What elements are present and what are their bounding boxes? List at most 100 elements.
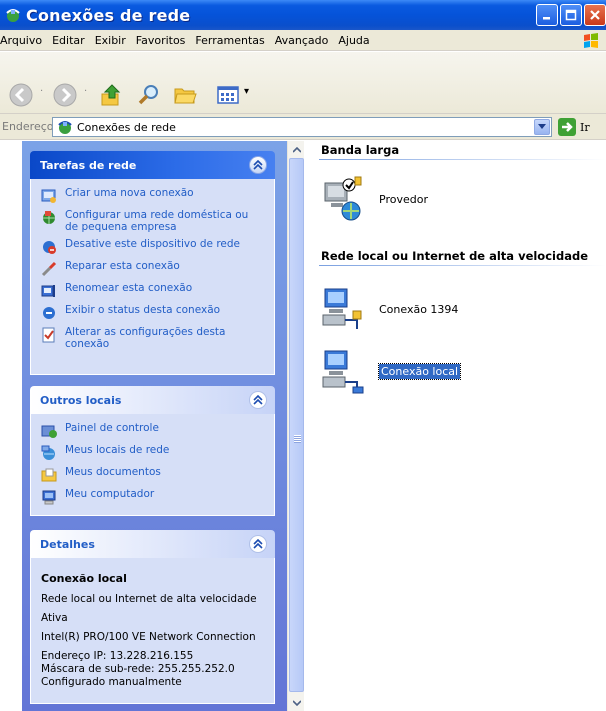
task-view-status[interactable]: Exibir o status desta conexão — [41, 304, 264, 321]
address-dropdown-button[interactable] — [534, 119, 550, 135]
task-create-connection[interactable]: Criar uma nova conexão — [41, 187, 264, 204]
rename-icon — [41, 283, 57, 299]
details-header[interactable]: Detalhes — [30, 530, 275, 558]
new-connection-icon — [41, 188, 57, 204]
folders-button[interactable] — [170, 80, 200, 110]
scroll-down-button[interactable] — [288, 694, 305, 711]
task-disable-device[interactable]: Desative este dispositivo de rede — [41, 238, 264, 255]
menu-editar[interactable]: Editar — [48, 34, 91, 47]
menu-favoritos[interactable]: Favoritos — [132, 34, 192, 47]
menu-exibir[interactable]: Exibir — [91, 34, 132, 47]
minimize-button[interactable] — [536, 4, 558, 26]
back-arrow-icon — [9, 83, 33, 107]
broadband-connection-icon — [321, 175, 369, 223]
task-repair-connection[interactable]: Reparar esta conexão — [41, 260, 264, 277]
network-tasks-title: Tarefas de rede — [40, 158, 137, 172]
other-places-panel: Outros locais Painel de controle Meus lo… — [30, 386, 275, 516]
address-label: Endereço — [2, 120, 54, 133]
network-tasks-header[interactable]: Tarefas de rede — [30, 151, 275, 179]
details-body: Conexão local Rede local ou Internet de … — [30, 558, 275, 704]
details-connection-type: Rede local ou Internet de alta velocidad… — [41, 593, 257, 605]
home-network-icon — [41, 210, 57, 226]
address-input[interactable]: Conexões de rede — [52, 117, 552, 137]
menu-bar: Arquivo Editar Exibir Favoritos Ferramen… — [0, 30, 606, 51]
details-connection-name: Conexão local — [41, 572, 127, 585]
views-icon — [217, 86, 239, 104]
task-pane-scrollbar[interactable] — [287, 141, 304, 711]
title-bar[interactable]: Conexões de rede — [0, 0, 606, 30]
back-button[interactable] — [6, 80, 36, 110]
chevron-up-icon — [253, 160, 263, 170]
views-dropdown-icon[interactable]: ▾ — [244, 86, 250, 106]
scroll-up-button[interactable] — [288, 141, 305, 158]
group-divider — [319, 159, 606, 160]
disable-device-icon — [41, 239, 57, 255]
search-button[interactable] — [134, 80, 164, 110]
connection-1394[interactable]: Conexão 1394 — [321, 285, 458, 333]
window-title: Conexões de rede — [26, 5, 191, 25]
connection-label-selected: Conexão local — [377, 362, 462, 380]
collapse-other-places-button[interactable] — [249, 391, 267, 409]
forward-dropdown-icon[interactable]: · — [84, 86, 90, 106]
network-places-icon — [41, 445, 57, 461]
close-icon — [590, 10, 600, 20]
place-control-panel[interactable]: Painel de controle — [41, 422, 264, 439]
place-label: Meus locais de rede — [65, 444, 170, 456]
other-places-title: Outros locais — [40, 393, 122, 407]
menu-ajuda[interactable]: Ajuda — [334, 34, 375, 47]
network-tasks-list: Criar uma nova conexão Configurar uma re… — [30, 179, 275, 375]
group-header-broadband: Banda larga — [321, 143, 400, 157]
folder-icon — [174, 88, 197, 104]
back-dropdown-icon[interactable]: · — [40, 86, 46, 106]
chevron-down-icon — [538, 124, 546, 129]
place-network-places[interactable]: Meus locais de rede — [41, 444, 264, 461]
task-label: Criar uma nova conexão — [65, 187, 194, 199]
up-folder-button[interactable] — [96, 80, 126, 110]
address-value: Conexões de rede — [77, 120, 176, 134]
collapse-network-tasks-button[interactable] — [249, 156, 267, 174]
my-computer-icon — [41, 489, 57, 505]
network-connections-icon — [58, 121, 72, 134]
forward-arrow-icon — [53, 83, 77, 107]
connection-label: Conexão 1394 — [379, 302, 459, 316]
maximize-button[interactable] — [560, 4, 582, 26]
place-my-documents[interactable]: Meus documentos — [41, 466, 264, 483]
connection-local[interactable]: Conexão local — [321, 347, 462, 395]
menu-avancado[interactable]: Avançado — [271, 34, 335, 47]
other-places-list: Painel de controle Meus locais de rede M… — [30, 414, 275, 516]
lan-connection-icon — [321, 285, 369, 333]
scroll-grip-icon — [294, 435, 301, 443]
chevron-up-icon — [253, 539, 263, 549]
menu-ferramentas[interactable]: Ferramentas — [191, 34, 270, 47]
details-ip-address: Endereço IP: 13.228.216.155 — [41, 650, 194, 662]
place-my-computer[interactable]: Meu computador — [41, 488, 264, 505]
collapse-details-button[interactable] — [249, 535, 267, 553]
place-label: Painel de controle — [65, 422, 159, 434]
task-label: Alterar as configurações desta conexão — [65, 326, 226, 350]
place-label: Meu computador — [65, 488, 155, 500]
other-places-header[interactable]: Outros locais — [30, 386, 275, 414]
task-rename-connection[interactable]: Renomear esta conexão — [41, 282, 264, 299]
arrow-down-icon — [292, 699, 301, 706]
task-change-settings[interactable]: Alterar as configurações desta conexão — [41, 326, 264, 350]
connection-provedor[interactable]: Provedor — [321, 175, 428, 223]
details-configuration: Configurado manualmente — [41, 676, 182, 688]
place-label: Meus documentos — [65, 466, 161, 478]
menu-arquivo[interactable]: Arquivo — [0, 34, 48, 47]
scroll-thumb[interactable] — [289, 158, 304, 692]
group-header-lan: Rede local ou Internet de alta velocidad… — [321, 249, 588, 263]
go-label: Ir — [580, 120, 590, 134]
details-adapter: Intel(R) PRO/100 VE Network Connection — [41, 631, 256, 643]
views-button[interactable] — [214, 80, 244, 110]
go-button[interactable]: Ir — [558, 118, 590, 136]
control-panel-icon — [41, 423, 57, 439]
search-icon — [138, 85, 158, 105]
forward-button[interactable] — [50, 80, 80, 110]
status-icon — [41, 305, 57, 321]
close-button[interactable] — [584, 4, 606, 26]
maximize-icon — [565, 9, 577, 21]
task-home-network[interactable]: Configurar uma rede doméstica ou de pequ… — [41, 209, 264, 233]
chevron-up-icon — [253, 395, 263, 405]
details-title: Detalhes — [40, 537, 95, 551]
group-divider — [319, 265, 606, 266]
